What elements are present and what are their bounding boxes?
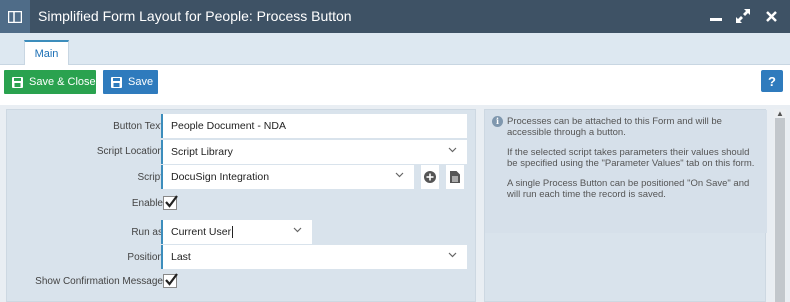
info-paragraph: Processes can be attached to this Form a… [507,116,722,138]
info-box: i Processes can be attached to this Form… [485,110,767,233]
button-text-input[interactable]: People Document - NDA [161,114,467,138]
chevron-down-icon [395,172,404,178]
position-value: Last [171,251,191,263]
vertical-scrollbar[interactable]: ▲ [774,109,786,302]
title-bar: Simplified Form Layout for People: Proce… [0,0,790,33]
text-cursor [232,226,234,238]
script-value: DocuSign Integration [171,171,270,183]
add-script-button[interactable] [421,165,439,189]
save-icon [12,76,23,88]
save-close-label: Save & Close [29,76,96,88]
help-button[interactable]: ? [761,70,783,92]
script-location-label: Script Location [96,146,163,157]
run-as-label: Run as [131,227,163,238]
checkmark-icon [165,195,178,208]
form-fields-panel: Button Text People Document - NDA Script… [6,109,476,302]
plus-circle-icon [424,171,436,183]
form-area: Button Text People Document - NDA Script… [0,105,790,302]
scrollbar-thumb[interactable] [775,118,785,302]
document-icon [450,171,460,183]
info-paragraph: A single Process Button can be positione… [507,178,750,200]
run-as-select[interactable]: Current User [161,220,312,244]
panel-toggle-button[interactable] [0,0,30,33]
position-label: Position [127,252,163,263]
window-title: Simplified Form Layout for People: Proce… [38,8,352,24]
save-icon [111,76,122,88]
run-as-value: Current User [171,226,232,238]
script-select[interactable]: DocuSign Integration [161,165,414,189]
button-text-value: People Document - NDA [171,120,286,132]
save-label: Save [128,76,154,88]
close-icon [765,10,777,22]
show-confirmation-label: Show Confirmation Message [35,276,163,287]
panel-icon [8,10,22,23]
script-location-value: Script Library [171,146,233,158]
save-close-button[interactable]: Save & Close [4,70,96,94]
info-panel: i Processes can be attached to this Form… [484,109,767,302]
chevron-down-icon [293,227,302,233]
position-select[interactable]: Last [161,245,467,269]
toolbar: Save & Close Save ? [0,65,790,105]
show-confirmation-checkbox[interactable] [163,273,178,288]
enable-checkbox[interactable] [163,195,178,210]
tab-main[interactable]: Main [24,40,69,66]
close-button[interactable] [761,6,781,26]
script-label: Script [137,172,163,183]
view-script-button[interactable] [446,165,464,189]
info-paragraph: If the selected script takes parameters … [507,147,755,169]
minimize-icon [710,18,722,21]
tab-bar: Main [0,33,790,66]
enable-label: Enable [131,198,163,209]
save-button[interactable]: Save [103,70,158,94]
chevron-down-icon [448,147,457,153]
maximize-button[interactable] [733,6,753,26]
script-location-select[interactable]: Script Library [161,140,467,164]
scroll-up-arrow-icon[interactable]: ▲ [776,109,784,118]
button-text-label: Button Text [113,121,163,132]
minimize-button[interactable] [706,6,726,26]
expand-icon [736,9,750,23]
info-icon: i [492,116,503,127]
checkmark-icon [165,273,178,286]
chevron-down-icon [448,252,457,258]
